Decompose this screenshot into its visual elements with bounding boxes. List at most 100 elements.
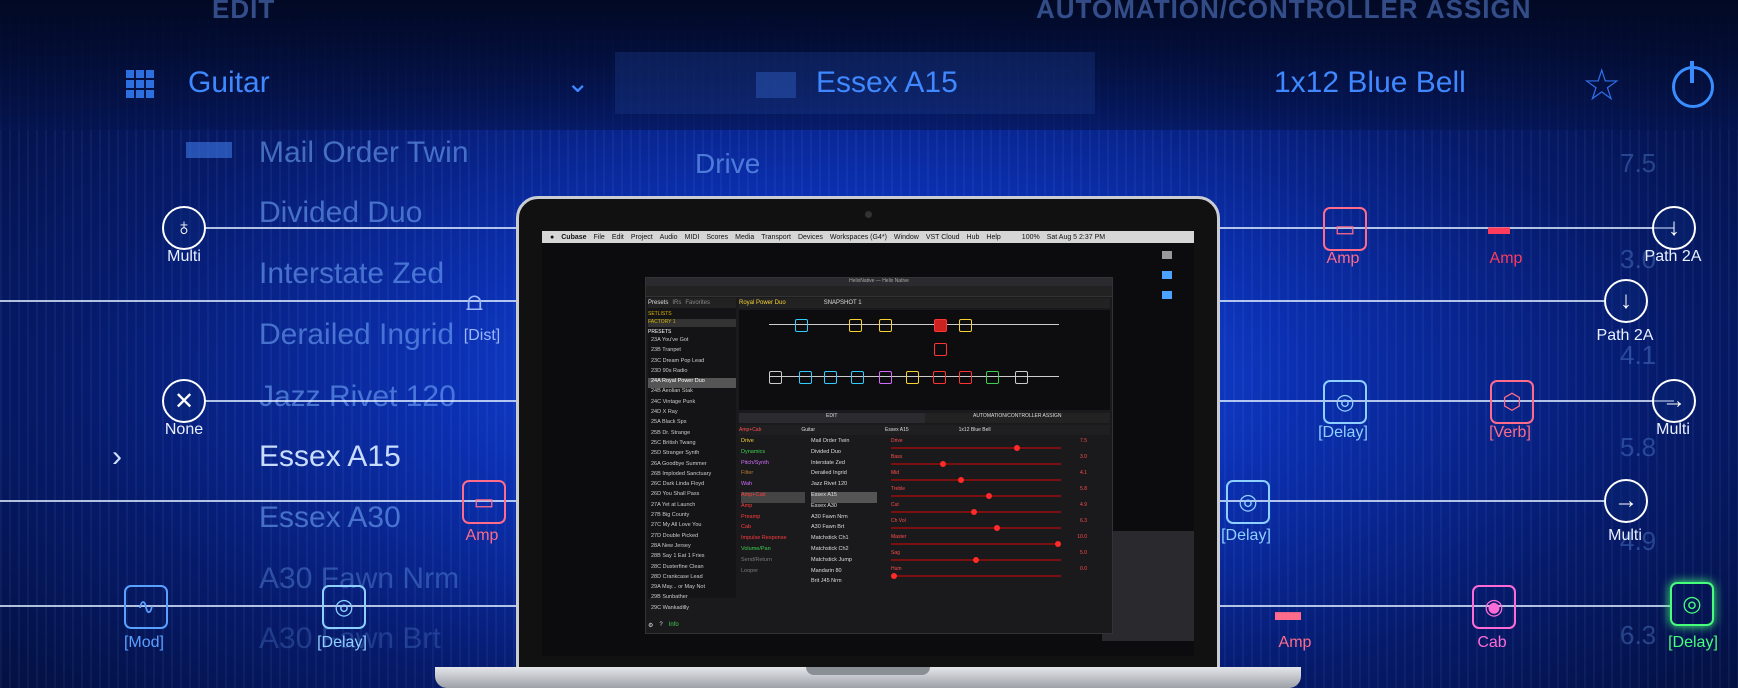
help-icon[interactable]: ? bbox=[659, 622, 662, 628]
menu-item[interactable]: File bbox=[594, 234, 605, 241]
multi-arrow-icon[interactable]: → bbox=[1652, 379, 1696, 423]
multi-arrow-icon[interactable]: → bbox=[1604, 479, 1648, 523]
menu-item[interactable]: Devices bbox=[798, 234, 823, 241]
delay-block-icon[interactable]: ◎ bbox=[1226, 480, 1270, 524]
menu-item[interactable]: Hub bbox=[967, 234, 980, 241]
param-slider-handle[interactable] bbox=[891, 573, 897, 579]
signal-block[interactable] bbox=[933, 371, 946, 384]
menu-item[interactable]: Workspaces (G4*) bbox=[830, 234, 887, 241]
cab-block-icon[interactable]: ◉ bbox=[1472, 585, 1516, 629]
preset-list-item[interactable]: Divided Duo bbox=[259, 196, 422, 230]
param-slider-handle[interactable] bbox=[986, 493, 993, 499]
model-item[interactable]: Matchstick Jump bbox=[811, 557, 877, 568]
tab-automation[interactable]: AUTOMATION/CONTROLLER ASSIGN bbox=[924, 413, 1110, 423]
signal-block[interactable] bbox=[906, 371, 919, 384]
multi-split-icon[interactable]: ♁ bbox=[162, 206, 206, 250]
mod-block-icon[interactable]: ∿ bbox=[124, 585, 168, 629]
reverb-block-icon[interactable]: ⬡ bbox=[1490, 380, 1534, 424]
category-item[interactable]: Cab bbox=[741, 524, 805, 535]
model-item[interactable]: Matchstick Ch1 bbox=[811, 535, 877, 546]
category-item[interactable]: Amp+Cab bbox=[741, 491, 805, 503]
param-value[interactable]: 5.0 bbox=[1080, 550, 1087, 556]
param-slider[interactable] bbox=[891, 495, 1061, 497]
signal-block[interactable] bbox=[986, 371, 999, 384]
signal-block[interactable] bbox=[934, 343, 947, 356]
path-2a-icon[interactable]: ↓ bbox=[1652, 206, 1696, 250]
param-slider[interactable] bbox=[891, 479, 1061, 481]
app-preset-item[interactable]: 25B Dr. Strange bbox=[648, 430, 736, 440]
model-item[interactable]: Interstate Zed bbox=[811, 460, 877, 471]
app-preset-item[interactable]: 23C Dream Pop Lead bbox=[648, 358, 736, 368]
menu-item[interactable]: MIDI bbox=[685, 234, 700, 241]
category-item[interactable]: Volume/Pan bbox=[741, 546, 805, 557]
signal-block[interactable] bbox=[959, 371, 972, 384]
param-slider[interactable] bbox=[891, 527, 1061, 529]
category-item[interactable]: Wah bbox=[741, 481, 805, 492]
signal-block[interactable] bbox=[769, 371, 782, 384]
app-preset-item[interactable]: 26A Goodbye Summer bbox=[648, 461, 736, 471]
app-preset-item[interactable]: 24D X Ray bbox=[648, 409, 736, 419]
menu-item[interactable]: Transport bbox=[761, 234, 791, 241]
param-slider[interactable] bbox=[891, 463, 1061, 465]
battery-status[interactable]: 100% bbox=[1022, 234, 1040, 241]
model-item[interactable]: Matchstick Ch2 bbox=[811, 546, 877, 557]
menu-app[interactable]: Cubase bbox=[561, 234, 586, 241]
preset-list-item-selected[interactable]: Essex A15 bbox=[259, 440, 401, 474]
param-value[interactable]: 4.1 bbox=[1080, 470, 1087, 476]
model-item[interactable]: Essex A15 bbox=[811, 491, 877, 503]
signal-block[interactable] bbox=[849, 319, 862, 332]
param-slider[interactable] bbox=[891, 447, 1061, 449]
setlist-select[interactable]: FACTORY 1 bbox=[648, 319, 736, 327]
app-preset-item[interactable]: 27B Big County bbox=[648, 512, 736, 522]
tab-edit[interactable]: EDIT bbox=[739, 413, 925, 423]
category-item[interactable]: Amp bbox=[741, 503, 805, 514]
menu-item[interactable]: Window bbox=[894, 234, 919, 241]
category-item[interactable]: Drive bbox=[741, 438, 805, 449]
app-preset-item[interactable]: 27D Double Picked bbox=[648, 533, 736, 543]
menu-item[interactable]: Help bbox=[986, 234, 1000, 241]
signal-block[interactable] bbox=[799, 371, 812, 384]
preset-list-item[interactable]: Essex A30 bbox=[259, 501, 401, 535]
app-preset-item[interactable]: 25D Stranger Synth bbox=[648, 450, 736, 460]
amp-block-icon[interactable]: ▭ bbox=[462, 480, 506, 524]
signal-block[interactable] bbox=[959, 319, 972, 332]
menu-item[interactable]: Media bbox=[735, 234, 754, 241]
param-value[interactable]: 3.0 bbox=[1080, 454, 1087, 460]
model-item[interactable]: A30 Fawn Brt bbox=[811, 524, 877, 535]
model-item[interactable]: Derailed Ingrid bbox=[811, 470, 877, 481]
model-item[interactable]: Mail Order Twin bbox=[811, 438, 877, 449]
app-preset-item[interactable]: 25C British Twang bbox=[648, 440, 736, 450]
signal-block[interactable] bbox=[1015, 371, 1028, 384]
param-slider-handle[interactable] bbox=[973, 557, 979, 563]
grid-menu-icon[interactable] bbox=[126, 70, 154, 98]
tab-irs[interactable]: IRs bbox=[672, 300, 681, 306]
param-slider-handle[interactable] bbox=[1055, 541, 1061, 547]
category-item[interactable]: Impulse Response bbox=[741, 535, 805, 546]
category-item[interactable]: Dynamics bbox=[741, 449, 805, 460]
amp-small-icon[interactable]: ▬ bbox=[1275, 596, 1301, 627]
param-slider-handle[interactable] bbox=[958, 477, 965, 483]
snapshot-select[interactable]: SNAPSHOT 1 bbox=[824, 300, 862, 306]
app-preset-item[interactable]: 23D 90s Radio bbox=[648, 368, 736, 378]
app-preset-item[interactable]: 26D You Shall Pass bbox=[648, 491, 736, 501]
param-slider[interactable] bbox=[891, 575, 1061, 577]
app-preset-item[interactable]: 24C Vintage Punk bbox=[648, 399, 736, 409]
menu-item[interactable]: Audio bbox=[660, 234, 678, 241]
menu-item[interactable]: VST Cloud bbox=[926, 234, 960, 241]
app-preset-item[interactable]: 23B Tranpet bbox=[648, 347, 736, 357]
app-preset-item[interactable]: 26B Imploded Sanctuary bbox=[648, 471, 736, 481]
path-2a-icon[interactable]: ↓ bbox=[1604, 279, 1648, 323]
category-dropdown[interactable]: Guitar bbox=[188, 66, 270, 100]
power-icon[interactable] bbox=[1672, 61, 1714, 108]
model-item[interactable]: Jazz Rivet 120 bbox=[811, 481, 877, 492]
star-icon[interactable]: ☆ bbox=[1582, 60, 1621, 111]
model-item[interactable]: Essex A30 bbox=[811, 503, 877, 514]
category-item[interactable]: Filter bbox=[741, 470, 805, 481]
settings-icon[interactable]: ⚙ bbox=[648, 622, 653, 629]
preset-list-item[interactable]: Interstate Zed bbox=[259, 257, 444, 291]
param-value[interactable]: 5.8 bbox=[1080, 486, 1087, 492]
signal-block[interactable] bbox=[795, 319, 808, 332]
app-preset-item[interactable]: 28A New Jersey bbox=[648, 543, 736, 553]
model-item[interactable]: Mandarin 80 bbox=[811, 568, 877, 579]
signal-block[interactable] bbox=[879, 371, 892, 384]
